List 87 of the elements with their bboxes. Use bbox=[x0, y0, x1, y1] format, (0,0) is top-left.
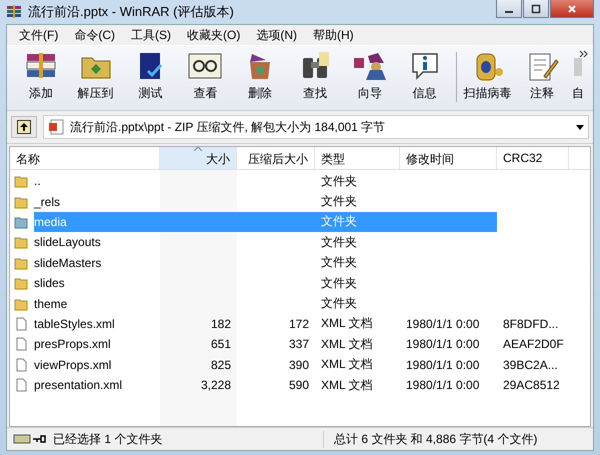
menu-item[interactable]: 收藏夹(O) bbox=[179, 26, 248, 44]
menu-item[interactable]: 工具(S) bbox=[123, 26, 179, 44]
status-text: 总计 6 文件夹 和 4,886 字节(4 个文件) bbox=[334, 432, 538, 446]
toolbar-button[interactable]: 删除 bbox=[234, 48, 286, 106]
close-button[interactable] bbox=[550, 0, 594, 18]
toolbar-button[interactable]: 信息 bbox=[398, 48, 450, 106]
column-header[interactable]: 大小 bbox=[160, 147, 237, 169]
dropdown-arrow-icon bbox=[576, 124, 584, 130]
column-header[interactable]: 修改时间 bbox=[400, 147, 497, 169]
toolbar-button[interactable]: 扫描病毒 bbox=[462, 48, 514, 106]
table-cell: XML 文档 bbox=[321, 315, 373, 332]
toolbar-button[interactable]: 查看 bbox=[179, 48, 232, 106]
table-cell: 文件夹 bbox=[321, 172, 357, 190]
file-name[interactable]: theme bbox=[32, 294, 70, 313]
table-cell: 337 bbox=[288, 337, 309, 352]
file-name[interactable]: .. bbox=[32, 172, 43, 190]
toolbar-button[interactable]: 查找 bbox=[289, 48, 341, 106]
file-name[interactable]: presProps.xml bbox=[32, 335, 113, 354]
file-name[interactable]: slideMasters bbox=[32, 254, 104, 272]
up-arrow-icon bbox=[17, 120, 31, 134]
folder-icon bbox=[14, 296, 28, 311]
toolbar-button[interactable]: 注释 bbox=[516, 48, 568, 106]
minimize-button[interactable] bbox=[496, 0, 522, 18]
maximize-icon bbox=[531, 4, 541, 14]
file-icon bbox=[14, 337, 28, 352]
table-cell: 文件夹 bbox=[321, 213, 357, 230]
books-icon bbox=[6, 4, 22, 20]
file-icon bbox=[14, 378, 28, 392]
up-folder-button[interactable] bbox=[11, 116, 37, 138]
menu-item[interactable]: 选项(N) bbox=[248, 26, 305, 44]
folder-icon bbox=[14, 194, 28, 209]
file-name[interactable]: slides bbox=[32, 274, 67, 292]
table-cell: 172 bbox=[288, 316, 309, 331]
table-cell: 39BC2A... bbox=[503, 358, 558, 372]
folder-icon bbox=[14, 276, 28, 290]
file-icon bbox=[14, 358, 28, 372]
toolbar-button[interactable]: 自 bbox=[571, 48, 586, 106]
toolbar-button[interactable]: 添加 bbox=[15, 48, 67, 106]
folder-icon bbox=[14, 235, 28, 250]
drive-key-icon bbox=[13, 433, 47, 445]
column-header[interactable]: 压缩后大小 bbox=[237, 147, 315, 169]
file-name[interactable]: tableStyles.xml bbox=[32, 314, 117, 333]
table-cell: 文件夹 bbox=[321, 254, 357, 272]
table-cell: 8F8DFD... bbox=[503, 316, 558, 331]
file-icon bbox=[14, 316, 28, 331]
close-icon bbox=[567, 4, 577, 14]
table-cell: 文件夹 bbox=[321, 274, 357, 292]
window-title: 流行前沿.pptx - WinRAR (评估版本) bbox=[28, 3, 235, 21]
table-cell: 1980/1/1 0:00 bbox=[406, 337, 480, 352]
table-cell: 1980/1/1 0:00 bbox=[406, 358, 480, 372]
column-header[interactable]: 类型 bbox=[315, 147, 400, 169]
table-cell: 825 bbox=[210, 358, 231, 372]
menu-item[interactable]: 帮助(H) bbox=[305, 26, 362, 44]
table-cell: AEAF2D0F bbox=[503, 337, 564, 352]
table-cell: 文件夹 bbox=[321, 234, 357, 251]
column-header[interactable]: CRC32 bbox=[497, 147, 569, 169]
table-cell: 3,228 bbox=[200, 378, 231, 392]
table-cell: 29AC8512 bbox=[503, 378, 560, 392]
maximize-button[interactable] bbox=[523, 0, 549, 18]
chevron-icon[interactable] bbox=[579, 50, 589, 58]
folder-icon bbox=[14, 214, 28, 229]
table-cell: 文件夹 bbox=[321, 193, 357, 210]
file-name[interactable]: slideLayouts bbox=[32, 233, 103, 252]
status-text: 已经选择 1 个文件夹 bbox=[53, 430, 162, 448]
toolbar-button[interactable]: 向导 bbox=[344, 48, 396, 106]
file-name[interactable]: presentation.xml bbox=[32, 376, 124, 394]
toolbar-button[interactable]: 测试 bbox=[124, 48, 176, 106]
table-cell: 590 bbox=[288, 378, 309, 392]
table-cell: 651 bbox=[210, 337, 231, 352]
table-cell: XML 文档 bbox=[321, 336, 373, 353]
minimize-icon bbox=[505, 10, 513, 12]
document-icon bbox=[48, 119, 64, 135]
table-cell: 1980/1/1 0:00 bbox=[406, 316, 480, 331]
table-cell: 文件夹 bbox=[321, 295, 357, 312]
table-cell: XML 文档 bbox=[321, 356, 373, 374]
menu-item[interactable]: 命令(C) bbox=[66, 26, 123, 44]
table-cell: 1980/1/1 0:00 bbox=[406, 378, 480, 392]
address-field[interactable]: 流行前沿.pptx\ppt - ZIP 压缩文件, 解包大小为 184,001 字节 bbox=[43, 115, 589, 139]
file-name[interactable]: viewProps.xml bbox=[32, 356, 114, 374]
table-cell: 390 bbox=[288, 358, 309, 372]
file-name[interactable]: _rels bbox=[32, 192, 62, 211]
toolbar-button[interactable]: 解压到 bbox=[70, 48, 122, 106]
table-cell: 182 bbox=[210, 316, 231, 331]
menu-item[interactable]: 文件(F) bbox=[11, 26, 66, 44]
folder-icon bbox=[14, 256, 28, 270]
folder-icon bbox=[14, 174, 28, 188]
table-cell: XML 文档 bbox=[321, 376, 373, 394]
